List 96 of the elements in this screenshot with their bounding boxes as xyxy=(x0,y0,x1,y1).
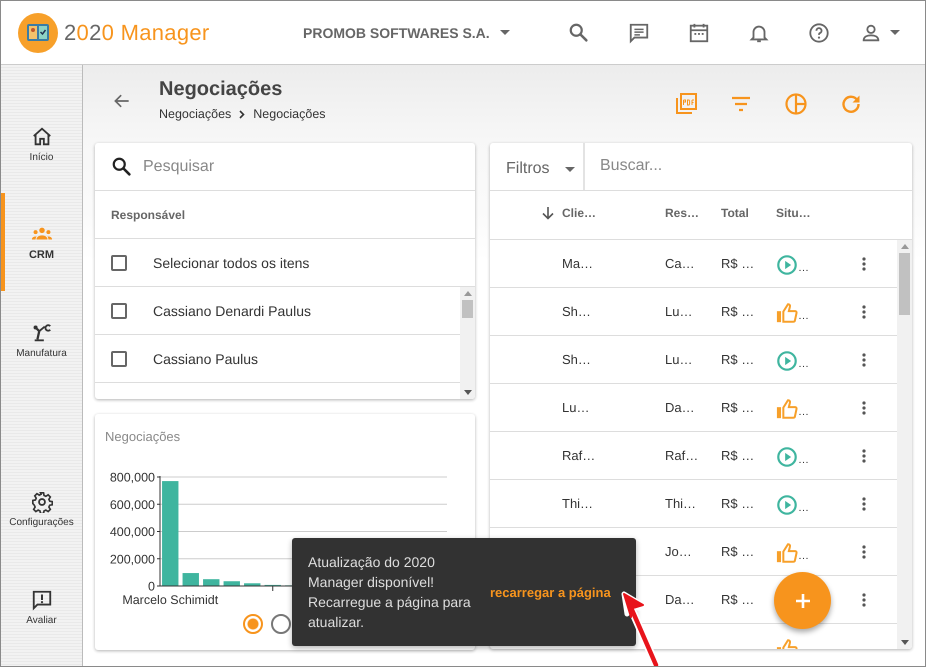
filter-dropdown[interactable]: Filtros xyxy=(490,143,585,190)
table-cell-text: Sh… xyxy=(562,304,592,319)
more-options-icon[interactable] xyxy=(862,592,866,606)
column-header[interactable]: Situ… xyxy=(776,206,811,220)
table-cell: … xyxy=(798,358,809,372)
column-header[interactable]: Clie… xyxy=(562,206,596,220)
axis-label: 200,000 xyxy=(110,552,155,566)
table-cell-text: Da… xyxy=(665,592,696,607)
bar[interactable] xyxy=(224,581,240,586)
table-cell: … xyxy=(798,262,809,276)
help-icon[interactable] xyxy=(808,22,830,44)
more-options-icon[interactable] xyxy=(862,544,866,558)
search-icon xyxy=(111,156,133,178)
sidebar-item[interactable]: Configurações xyxy=(1,460,82,558)
column-header: Responsável xyxy=(95,191,475,239)
settings-icon xyxy=(30,490,52,512)
chevron-icon xyxy=(239,110,246,118)
breadcrumb-link[interactable]: Negociações xyxy=(159,107,232,121)
scroll-down-icon[interactable] xyxy=(900,640,908,645)
axis-label: 400,000 xyxy=(110,525,155,539)
toast-message: Atualização do 2020 Manager disponível! Recarregue a página para atualizar. xyxy=(308,553,472,632)
axis-label: 800,000 xyxy=(110,470,155,484)
table-cell-text: Lu… xyxy=(665,304,694,319)
calendar-icon[interactable] xyxy=(688,22,710,44)
company-dropdown[interactable]: PROMOB SOFTWARES S.A. xyxy=(303,14,510,50)
search-field[interactable]: Buscar... xyxy=(585,143,912,190)
chat-icon[interactable] xyxy=(628,22,650,44)
table-cell-text: Sh… xyxy=(562,352,592,367)
more-options-icon[interactable] xyxy=(862,496,866,510)
sidebar-item[interactable]: Manufatura xyxy=(1,291,82,389)
bar[interactable] xyxy=(203,579,220,586)
table-cell: … xyxy=(798,310,809,324)
scroll-down-icon[interactable] xyxy=(464,390,472,395)
checkbox[interactable] xyxy=(111,254,127,270)
page-dot[interactable] xyxy=(243,614,263,634)
sidebar-item[interactable]: Avaliar xyxy=(1,558,82,656)
table-cell: … xyxy=(798,550,809,564)
chart-title: Negociações xyxy=(104,428,182,446)
scroll-thumb[interactable] xyxy=(462,300,473,318)
table-cell-text: R$ … xyxy=(721,448,756,463)
table-cell-text: R$ … xyxy=(721,496,756,511)
table-cell-text: R$ … xyxy=(721,352,756,367)
scroll-thumb[interactable] xyxy=(899,253,910,315)
table-cell-text: R$ … xyxy=(721,544,756,559)
reload-link[interactable]: recarregar a página xyxy=(490,584,611,600)
axis-label: Marcelo Schimidt xyxy=(122,593,218,607)
table-cell-text: Ma… xyxy=(562,256,594,271)
axis-label: 600,000 xyxy=(110,498,155,512)
caret-icon xyxy=(500,30,510,35)
bar[interactable] xyxy=(182,573,199,586)
table-cell-text: Da… xyxy=(665,400,696,415)
option-label[interactable]: Cassiano Paulus xyxy=(153,350,258,366)
page-title: Negociações xyxy=(159,78,284,101)
home-icon xyxy=(30,126,52,148)
column-header[interactable]: Total xyxy=(721,206,749,220)
column-header[interactable]: Res… xyxy=(665,206,700,220)
table-cell-text: R$ … xyxy=(721,592,756,607)
bar[interactable] xyxy=(244,583,260,586)
more-options-icon[interactable] xyxy=(862,448,866,462)
table-cell-text: R$ … xyxy=(721,256,756,271)
more-options-icon[interactable] xyxy=(862,352,866,366)
table-cell-text: Jo… xyxy=(665,544,693,559)
breadcrumb-link[interactable]: Negociações xyxy=(253,107,326,121)
table-cell-text: Raf… xyxy=(562,448,596,463)
more-options-icon[interactable] xyxy=(862,400,866,414)
table-cell-text: Thi… xyxy=(562,496,594,511)
scrollbar[interactable] xyxy=(460,287,475,399)
robot-arm-icon xyxy=(30,322,52,344)
table-cell-text: Ca… xyxy=(665,256,696,271)
scrollbar[interactable] xyxy=(897,240,912,649)
table-cell-text: Thi… xyxy=(665,496,698,511)
checkbox[interactable] xyxy=(111,350,127,366)
axis-label: 0 xyxy=(148,580,155,594)
search-field[interactable]: Pesquisar xyxy=(141,156,475,176)
page-dot[interactable] xyxy=(271,614,291,634)
sort-arrow-icon[interactable] xyxy=(541,206,555,220)
caret-icon xyxy=(890,30,900,35)
search-icon[interactable] xyxy=(568,22,590,44)
table-cell-text: Lu… xyxy=(562,400,590,415)
table-cell-text: Lu… xyxy=(665,352,694,367)
more-options-icon[interactable] xyxy=(862,304,866,318)
table-cell: … xyxy=(798,502,809,516)
table-cell-text: R$ … xyxy=(721,400,756,415)
logo-icon xyxy=(18,12,58,52)
more-options-icon[interactable] xyxy=(862,256,866,270)
table-cell-text: R$ … xyxy=(721,304,756,319)
table-cell: … xyxy=(798,406,809,420)
option-label[interactable]: Selecionar todos os itens xyxy=(153,254,310,270)
caret-icon xyxy=(565,166,575,172)
table-cell: … xyxy=(798,454,809,468)
logo-text: 2020 Manager xyxy=(64,20,210,46)
feedback-icon xyxy=(30,588,52,610)
sidebar-item[interactable]: Início xyxy=(1,95,82,193)
option-label[interactable]: Cassiano Denardi Paulus xyxy=(153,302,311,318)
checkbox[interactable] xyxy=(111,302,127,318)
table-cell-text: Raf… xyxy=(665,448,700,463)
